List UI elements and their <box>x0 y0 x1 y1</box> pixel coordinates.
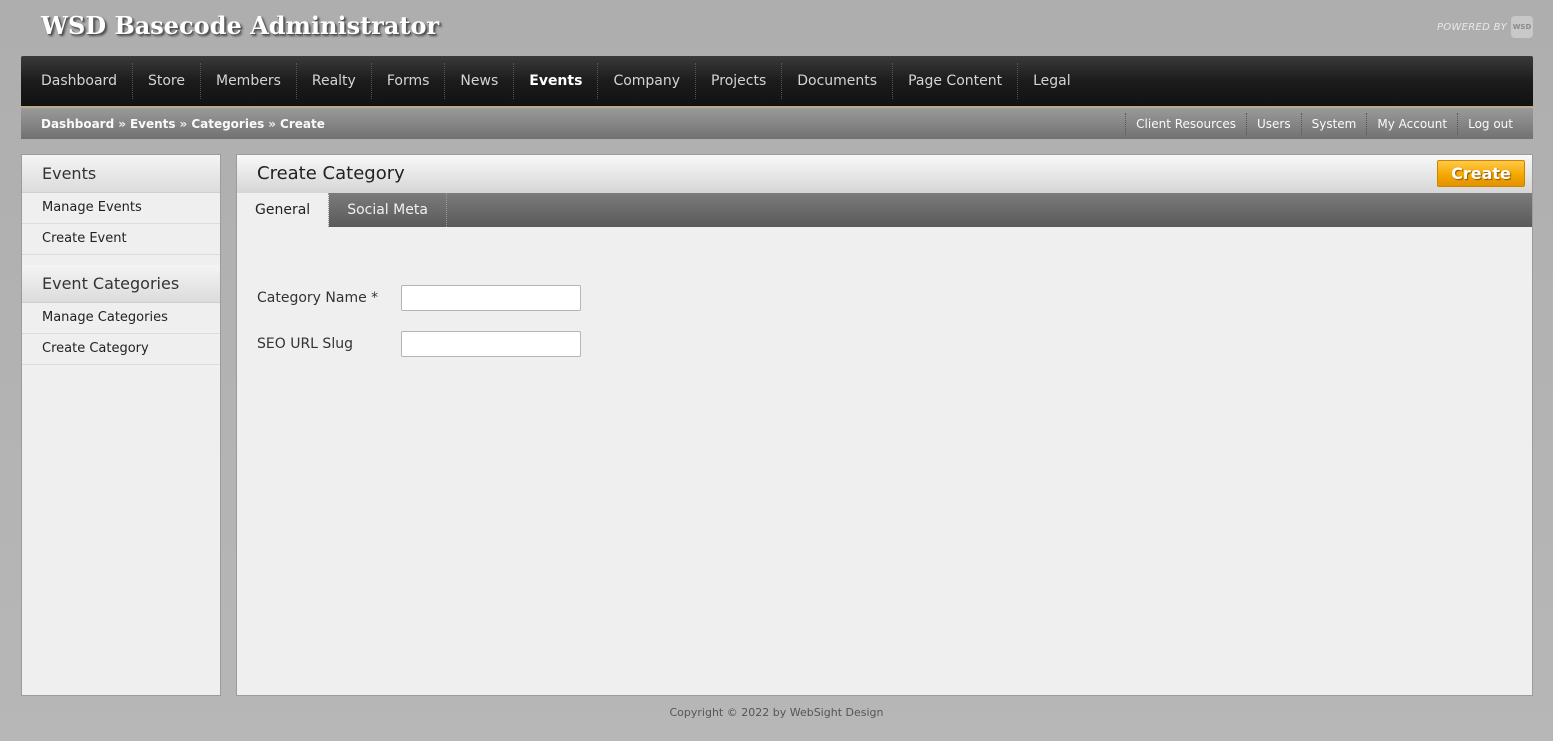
breadcrumb-create: Create <box>280 116 325 131</box>
nav-item-members[interactable]: Members <box>201 63 297 99</box>
client-resources-link[interactable]: Client Resources <box>1125 112 1246 135</box>
breadcrumb-events[interactable]: Events <box>130 117 176 131</box>
nav-item-store[interactable]: Store <box>133 63 201 99</box>
log-out-link[interactable]: Log out <box>1457 112 1523 135</box>
breadcrumb-dashboard[interactable]: Dashboard <box>41 117 114 131</box>
tab-bar: General Social Meta <box>237 193 1532 227</box>
seo-url-slug-label: SEO URL Slug <box>257 336 353 352</box>
nav-item-projects[interactable]: Projects <box>696 63 783 99</box>
content-header: Create Category Create <box>237 155 1532 193</box>
sidebar-heading-event-categories: Event Categories <box>22 265 220 303</box>
breadcrumb-separator: » <box>118 116 126 131</box>
main-nav: Dashboard Store Members Realty Forms New… <box>21 56 1533 107</box>
nav-item-page-content[interactable]: Page Content <box>893 63 1019 99</box>
breadcrumb-categories[interactable]: Categories <box>191 117 264 131</box>
nav-item-documents[interactable]: Documents <box>782 63 894 99</box>
category-form: Category Name * SEO URL Slug <box>237 227 1532 367</box>
form-row-category-name: Category Name * <box>257 275 1532 321</box>
wsd-logo-icon: WSD <box>1511 16 1533 38</box>
nav-item-news[interactable]: News <box>445 63 515 99</box>
powered-by-text: POWERED BY <box>1436 21 1507 33</box>
sidebar-item-create-event[interactable]: Create Event <box>22 224 220 255</box>
nav-item-forms[interactable]: Forms <box>372 63 446 99</box>
tab-social-meta[interactable]: Social Meta <box>329 193 447 227</box>
form-row-seo-url-slug: SEO URL Slug <box>257 321 1532 367</box>
utility-links: Client Resources Users System My Account… <box>1125 108 1523 139</box>
app-title: WSD Basecode Administrator <box>41 11 440 40</box>
breadcrumb-separator: » <box>179 116 188 131</box>
my-account-link[interactable]: My Account <box>1366 112 1457 135</box>
sidebar: Events Manage Events Create Event Event … <box>21 154 221 696</box>
system-link[interactable]: System <box>1300 112 1367 135</box>
nav-item-dashboard[interactable]: Dashboard <box>26 63 133 99</box>
nav-item-legal[interactable]: Legal <box>1018 63 1086 99</box>
breadcrumb-separator: » <box>268 116 277 131</box>
seo-url-slug-input[interactable] <box>401 331 581 357</box>
sidebar-heading-events: Events <box>22 155 220 193</box>
content-panel: Create Category Create General Social Me… <box>236 154 1533 696</box>
nav-item-events[interactable]: Events <box>514 63 599 99</box>
users-link[interactable]: Users <box>1246 112 1301 135</box>
page-title: Create Category <box>257 163 405 184</box>
nav-item-realty[interactable]: Realty <box>297 63 372 99</box>
category-name-label: Category Name * <box>257 290 379 306</box>
sidebar-item-manage-events[interactable]: Manage Events <box>22 193 220 224</box>
create-button[interactable]: Create <box>1437 160 1525 187</box>
powered-by[interactable]: POWERED BY WSD <box>1437 16 1533 38</box>
footer-copyright: Copyright © 2022 by WebSight Design <box>669 706 884 719</box>
sub-nav: Dashboard » Events » Categories » Create… <box>21 108 1533 139</box>
tab-general[interactable]: General <box>237 193 330 227</box>
sidebar-item-manage-categories[interactable]: Manage Categories <box>22 303 220 334</box>
sidebar-item-create-category[interactable]: Create Category <box>22 334 220 365</box>
nav-item-company[interactable]: Company <box>598 63 697 99</box>
category-name-input[interactable] <box>401 285 581 311</box>
breadcrumb: Dashboard » Events » Categories » Create <box>41 117 325 131</box>
